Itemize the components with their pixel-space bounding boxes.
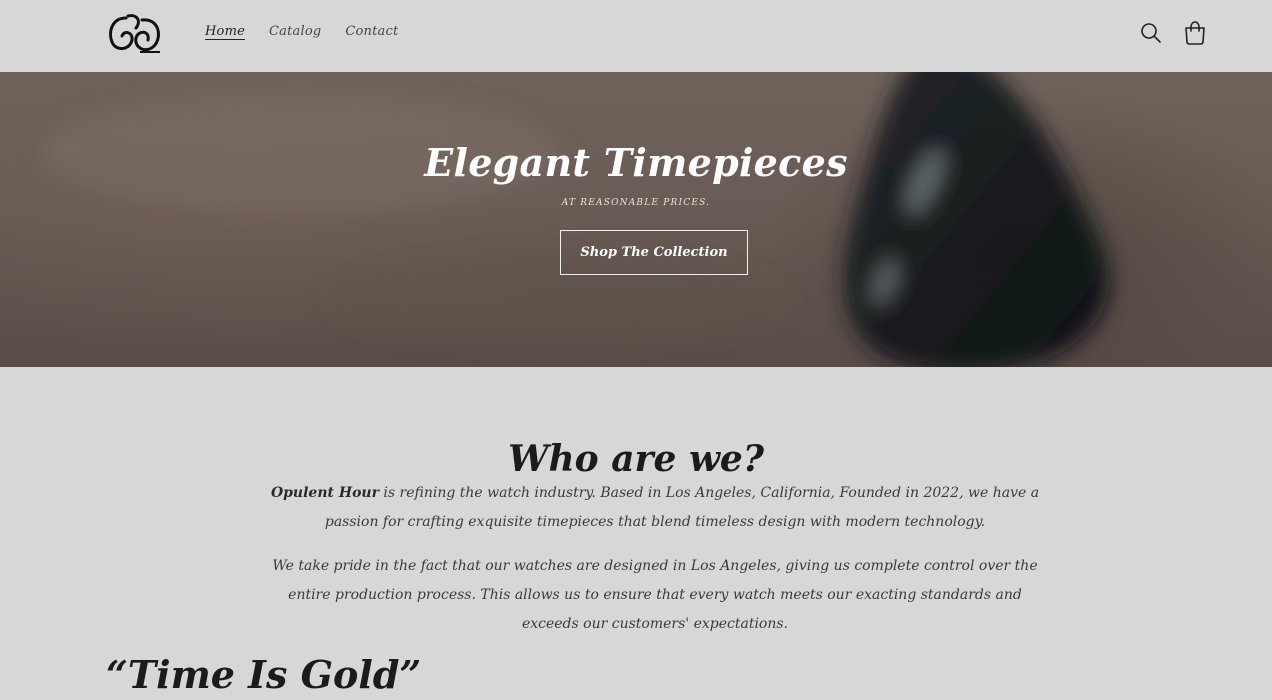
nav-catalog[interactable]: Catalog [269,24,321,39]
about-heading: Who are we? [508,437,764,480]
brand-logo[interactable] [106,12,164,54]
brand-name: Opulent Hour [270,485,379,501]
about-paragraph-2: We take pride in the fact that our watch… [272,558,1038,632]
about-paragraph-1-text: is refining the watch industry. Based in… [324,485,1040,530]
cart-icon [1185,21,1205,45]
cart-button[interactable] [1182,20,1208,46]
nav-home[interactable]: Home [205,24,245,39]
quote-heading: “Time Is Gold” [106,652,422,697]
about-paragraph-1: Opulent Hour is refining the watch indus… [264,479,1046,537]
hero-banner: Elegant Timepieces AT REASONABLE PRICES.… [0,72,1272,367]
search-icon [1141,23,1161,43]
main-nav: Home Catalog Contact [205,24,398,39]
hero-title: Elegant Timepieces [424,140,848,185]
hero-subtitle: AT REASONABLE PRICES. [561,198,711,208]
search-button[interactable] [1138,20,1164,46]
site-header: Home Catalog Contact [0,0,1272,72]
nav-contact[interactable]: Contact [345,24,398,39]
shop-collection-button[interactable]: Shop The Collection [560,230,748,275]
hero-background-image [40,72,1109,367]
